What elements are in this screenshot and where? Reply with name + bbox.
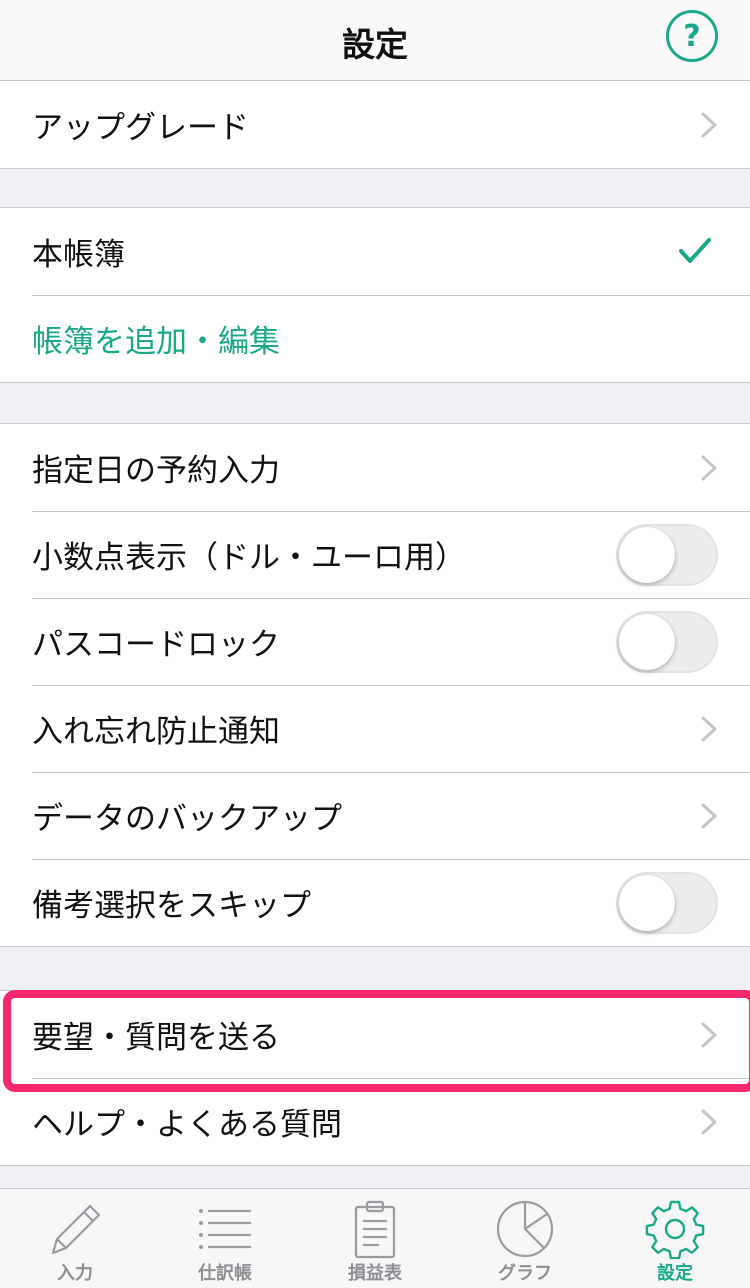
- chevron-right-icon: [701, 1022, 717, 1048]
- help-faq-row[interactable]: ヘルプ・よくある質問: [0, 1078, 750, 1165]
- skip-memo-row: 備考選択をスキップ: [0, 859, 750, 946]
- scheduled-input-row[interactable]: 指定日の予約入力: [0, 424, 750, 511]
- options-section: 指定日の予約入力 小数点表示（ドル・ユーロ用） パスコードロック 入れ忘れ防止通…: [0, 423, 750, 947]
- clipboard-icon: [354, 1200, 396, 1259]
- list-icon: [199, 1209, 251, 1249]
- reminder-row[interactable]: 入れ忘れ防止通知: [0, 685, 750, 772]
- current-ledger-row[interactable]: 本帳簿: [0, 208, 750, 295]
- passcode-lock-row: パスコードロック: [0, 598, 750, 685]
- backup-row[interactable]: データのバックアップ: [0, 772, 750, 859]
- ledger-section: 本帳簿 帳簿を追加・編集: [0, 207, 750, 383]
- pie-chart-icon: [496, 1200, 554, 1258]
- feedback-label: 要望・質問を送る: [32, 1020, 280, 1056]
- tab-label: グラフ: [498, 1263, 552, 1284]
- gear-icon: [645, 1200, 705, 1259]
- pencil-icon: [51, 1204, 101, 1255]
- page-title: 設定: [342, 25, 408, 64]
- upgrade-row[interactable]: アップグレード: [0, 81, 750, 168]
- skip-memo-toggle[interactable]: [616, 872, 718, 934]
- backup-label: データのバックアップ: [32, 801, 342, 837]
- chevron-right-icon: [701, 716, 717, 742]
- chevron-right-icon: [701, 112, 717, 138]
- current-ledger-label: 本帳簿: [32, 237, 125, 273]
- chevron-right-icon: [701, 803, 717, 829]
- tab-label: 損益表: [348, 1263, 402, 1284]
- tab-bar: 入力 仕訳帳 損益表 グラフ 設定: [0, 1188, 750, 1288]
- tab-graph[interactable]: グラフ: [450, 1189, 600, 1288]
- decimal-display-label: 小数点表示（ドル・ユーロ用）: [32, 540, 466, 576]
- chevron-right-icon: [701, 455, 717, 481]
- toggle-knob: [619, 875, 675, 931]
- tab-input[interactable]: 入力: [0, 1189, 150, 1288]
- feedback-row[interactable]: 要望・質問を送る: [0, 991, 750, 1078]
- passcode-lock-label: パスコードロック: [32, 627, 280, 663]
- navigation-bar: 設定 ?: [0, 0, 750, 81]
- chevron-right-icon: [701, 1109, 717, 1135]
- reminder-label: 入れ忘れ防止通知: [32, 714, 280, 750]
- help-faq-label: ヘルプ・よくある質問: [32, 1107, 342, 1143]
- tab-profit-loss[interactable]: 損益表: [300, 1189, 450, 1288]
- toggle-knob: [619, 527, 675, 583]
- skip-memo-label: 備考選択をスキップ: [32, 888, 311, 924]
- scheduled-input-label: 指定日の予約入力: [32, 453, 280, 489]
- passcode-lock-toggle[interactable]: [616, 611, 718, 673]
- tab-settings[interactable]: 設定: [600, 1189, 750, 1288]
- tab-journal[interactable]: 仕訳帳: [150, 1189, 300, 1288]
- tab-label: 仕訳帳: [198, 1263, 252, 1284]
- add-edit-ledger-row[interactable]: 帳簿を追加・編集: [0, 295, 750, 382]
- toggle-knob: [619, 614, 675, 670]
- decimal-display-row: 小数点表示（ドル・ユーロ用）: [0, 511, 750, 598]
- checkmark-icon: [679, 238, 711, 263]
- decimal-display-toggle[interactable]: [616, 524, 718, 586]
- upgrade-section: アップグレード: [0, 80, 750, 169]
- tab-label: 設定: [657, 1263, 693, 1284]
- upgrade-label: アップグレード: [32, 110, 249, 146]
- support-section: 要望・質問を送る ヘルプ・よくある質問: [0, 990, 750, 1166]
- add-edit-ledger-label: 帳簿を追加・編集: [32, 324, 280, 360]
- tab-label: 入力: [57, 1263, 93, 1284]
- help-button[interactable]: ?: [666, 10, 718, 62]
